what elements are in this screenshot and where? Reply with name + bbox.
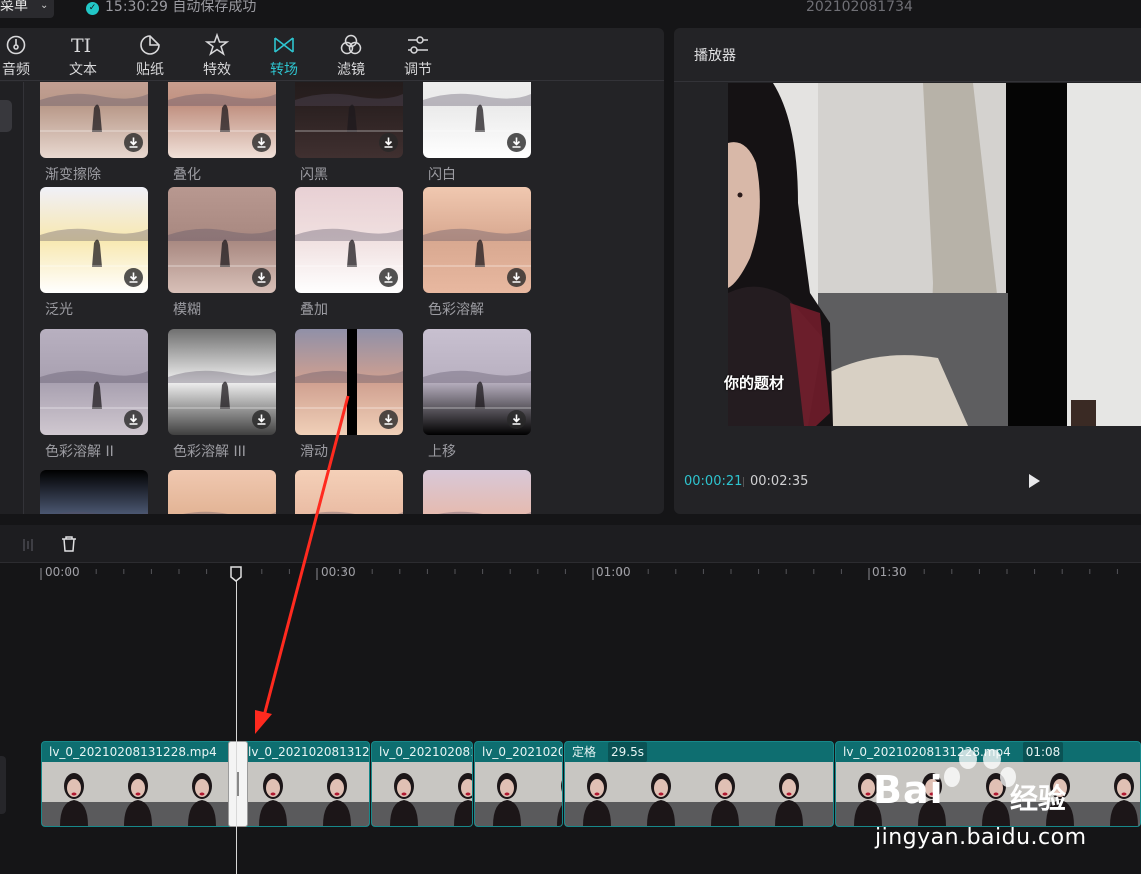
watermark-brand-suffix: 经验 [1010, 782, 1067, 815]
watermark-url: jingyan.baidu.com [875, 825, 1087, 850]
annotation-arrow [255, 395, 350, 734]
watermark-brand: Bai [873, 768, 944, 812]
